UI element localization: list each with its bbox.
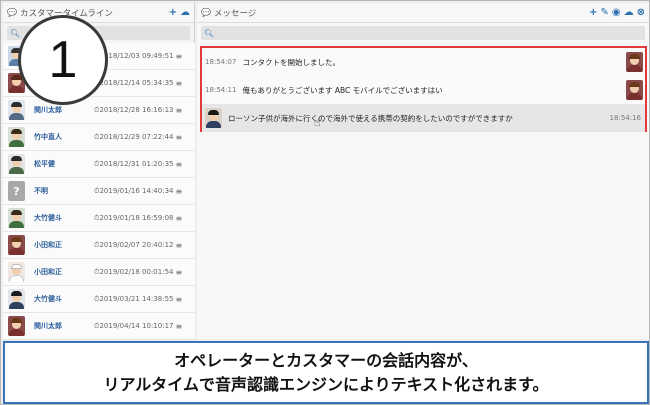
customer-row[interactable]: ? 不明 ⏱2019/01/16 14:40:34 ≡ <box>3 178 195 205</box>
customer-timeline-header: 💬 カスタマータイムライン + ☁ <box>3 3 194 23</box>
caption-box: オペレーターとカスタマーの会話内容が、 リアルタイムで音声認識エンジンによりテキ… <box>3 341 649 404</box>
caption-line-1: オペレーターとカスタマーの会話内容が、 <box>174 350 478 370</box>
customer-time: ⏱2018/12/29 07:22:44 <box>94 132 174 141</box>
avatar <box>8 316 25 336</box>
avatar <box>8 127 25 147</box>
customer-name: 不明 <box>34 187 48 195</box>
menu-icon[interactable]: ≡ <box>175 241 182 250</box>
customer-avatar <box>205 108 222 128</box>
customer-row[interactable]: 大竹健斗 ⏱2019/01/18 16:59:08 ≡ <box>3 205 195 232</box>
menu-icon[interactable]: ≡ <box>175 268 182 277</box>
message-time: 18:54:11 <box>205 86 237 94</box>
menu-icon[interactable]: ≡ <box>175 214 182 223</box>
customer-name: 大竹健斗 <box>34 214 62 222</box>
menu-icon[interactable]: ≡ <box>175 79 182 88</box>
message-row[interactable]: 18:54:07 コンタクトを開始しました。 <box>202 48 645 76</box>
customer-name: 大竹健斗 <box>34 295 62 303</box>
avatar <box>8 100 25 120</box>
customer-row[interactable]: 大竹健斗 ⏱2019/03/21 14:38:55 ≡ <box>3 286 195 313</box>
operator-avatar <box>626 80 643 100</box>
customer-name: 関川太郎 <box>34 322 62 330</box>
menu-icon[interactable]: ≡ <box>175 187 182 196</box>
menu-icon[interactable]: ≡ <box>175 322 182 331</box>
step-number-badge: 1 <box>18 15 108 105</box>
avatar <box>8 235 25 255</box>
customer-name: 竹中直人 <box>34 133 62 141</box>
avatar <box>8 208 25 228</box>
add-icon[interactable]: + <box>169 7 177 18</box>
customer-name: 小田和正 <box>34 268 62 276</box>
customer-time: ⏱2018/12/14 05:34:35 <box>94 78 174 87</box>
customer-row[interactable]: 関川太郎 ⏱2018/12/28 16:16:13 ≡ <box>3 97 195 124</box>
message-list: 18:54:07 コンタクトを開始しました。 18:54:11 俺もありがとうご… <box>200 46 647 132</box>
menu-icon[interactable]: ≡ <box>175 52 182 61</box>
cloud-download-icon[interactable]: ☁ <box>180 7 190 18</box>
search-icon: 🔍︎ <box>10 28 21 38</box>
customer-time: ⏱2019/02/07 20:40:12 <box>94 240 174 249</box>
customer-time: ⏱2018/12/31 01:20:35 <box>94 159 174 168</box>
customer-name: 小田和正 <box>34 241 62 249</box>
customer-row[interactable]: 小田和正 ⏱2019/02/18 00:01:54 ≡ <box>3 259 195 286</box>
add-icon[interactable]: + <box>589 7 597 18</box>
customer-time: ⏱2019/02/18 00:01:54 <box>94 267 174 276</box>
unknown-avatar-icon: ? <box>8 181 25 201</box>
hand-pointer-icon: ☝ <box>314 116 321 129</box>
customer-time: ⏱2018/12/28 16:16:13 <box>94 105 174 114</box>
menu-icon[interactable]: ≡ <box>175 106 182 115</box>
menu-icon[interactable]: ≡ <box>175 295 182 304</box>
message-search-input[interactable] <box>216 28 637 38</box>
customer-row[interactable]: 小田和正 ⏱2019/02/07 20:40:12 ≡ <box>3 232 195 259</box>
message-text: 俺もありがとうございます ABC モバイルでございますはい <box>242 85 443 95</box>
message-text: ローソン子供が海外に行くので海外で使える携帯の契約をしたいのですができますか <box>228 113 513 123</box>
message-search-bar[interactable]: 🔍︎ <box>201 26 645 40</box>
chat-bubble-icon: 💬 <box>201 8 211 17</box>
message-row-selected[interactable]: ローソン子供が海外に行くので海外で使える携帯の契約をしたいのですができますか 1… <box>202 104 645 132</box>
message-time: 18:54:07 <box>205 58 237 66</box>
customer-name: 関川太郎 <box>34 106 62 114</box>
message-text: コンタクトを開始しました。 <box>242 57 340 67</box>
message-row[interactable]: 18:54:11 俺もありがとうございます ABC モバイルでございますはい <box>202 76 645 104</box>
app-window: 💬 カスタマータイムライン + ☁ 🔍︎ ⏱2018/12/03 09:49:5… <box>0 0 650 405</box>
search-icon: 🔍︎ <box>204 28 215 38</box>
customer-row[interactable]: 松平健 ⏱2018/12/31 01:20:35 ≡ <box>3 151 195 178</box>
avatar <box>8 289 25 309</box>
edit-icon[interactable]: ✎ <box>600 7 608 18</box>
message-title: メッセージ <box>213 8 257 19</box>
message-header: 💬 メッセージ + ✎ ◉ ☁ ⊗ <box>197 3 649 23</box>
message-panel: 💬 メッセージ + ✎ ◉ ☁ ⊗ 🔍︎ 18:54:07 コンタクトを開始しま… <box>197 3 649 339</box>
customer-time: ⏱2019/03/21 14:38:55 <box>94 294 174 303</box>
chat-bubble-icon: 💬 <box>7 8 17 17</box>
customer-row[interactable]: 関川太郎 ⏱2019/04/14 10:10:17 ≡ <box>3 313 195 340</box>
customer-row[interactable]: 竹中直人 ⏱2018/12/29 07:22:44 ≡ <box>3 124 195 151</box>
customer-time: ⏱2019/04/14 10:10:17 <box>94 321 174 330</box>
message-time: 18:54:16 <box>609 114 641 122</box>
customer-time: ⏱2019/01/16 14:40:34 <box>94 186 174 195</box>
caption-line-2: リアルタイムで音声認識エンジンによりテキスト化されます。 <box>103 374 549 394</box>
cloud-download-icon[interactable]: ☁ <box>624 7 634 18</box>
customer-name: 松平健 <box>34 160 55 168</box>
customer-time: ⏱2019/01/18 16:59:08 <box>94 213 174 222</box>
avatar <box>8 154 25 174</box>
operator-avatar <box>626 52 643 72</box>
menu-icon[interactable]: ≡ <box>175 160 182 169</box>
eye-icon[interactable]: ◉ <box>612 7 621 18</box>
avatar <box>8 262 25 282</box>
close-circle-icon[interactable]: ⊗ <box>637 7 645 18</box>
menu-icon[interactable]: ≡ <box>175 133 182 142</box>
